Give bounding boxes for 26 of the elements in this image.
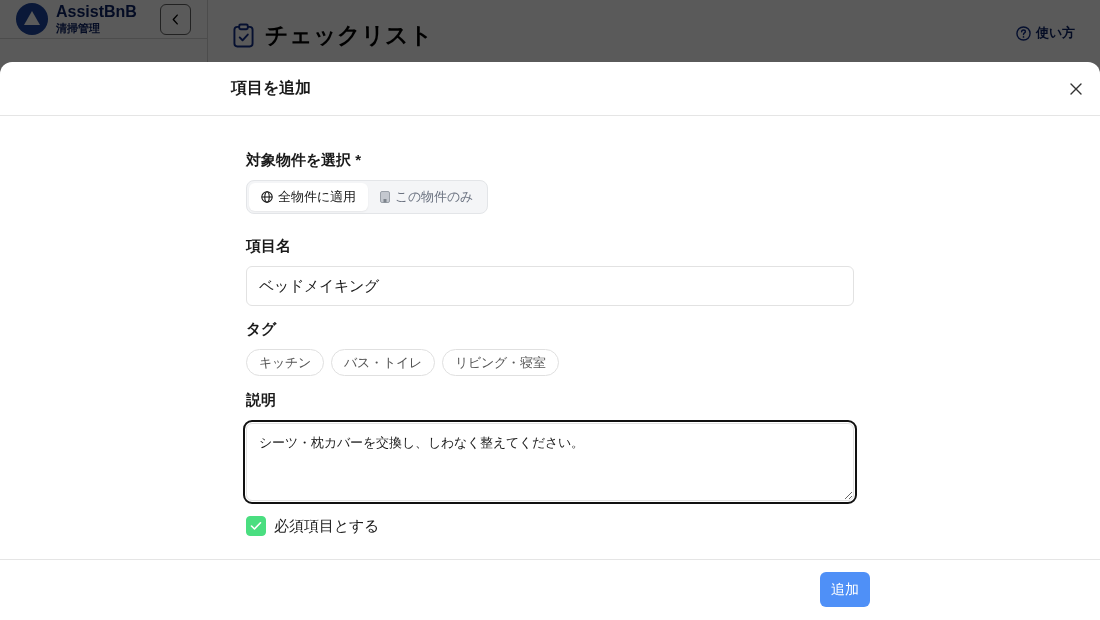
field-label: 説明 (246, 390, 276, 410)
tag-chip[interactable]: バス・トイレ (331, 349, 435, 376)
scope-option[interactable]: 全物件に適用 (249, 183, 368, 211)
item-name-input[interactable]: ベッドメイキング (246, 266, 854, 306)
clipboard-check-icon (233, 22, 254, 48)
required-checkbox[interactable] (246, 516, 266, 536)
field-label: 対象物件を選択 * (246, 150, 361, 170)
checkmark-icon (250, 521, 262, 531)
collapse-sidebar-button[interactable] (160, 3, 191, 35)
page-title: チェックリスト (265, 20, 433, 50)
brand-name: AssistBnB (56, 3, 137, 21)
scope-option[interactable]: この物件のみ (368, 183, 485, 211)
checkbox-label: 必須項目とする (274, 516, 379, 536)
brand-subtitle: 清掃管理 (56, 21, 101, 35)
chevron-left-icon (172, 13, 179, 25)
field-label: 項目名 (246, 236, 291, 256)
close-icon (1070, 82, 1082, 95)
field-label: タグ (246, 319, 276, 339)
description-textarea[interactable]: シーツ・枕カバーを交換し、しわなく整えてください。 (246, 423, 854, 501)
tag-chip[interactable]: キッチン (246, 349, 324, 376)
help-icon (1016, 25, 1031, 41)
logo-icon (16, 3, 48, 35)
tag-chip[interactable]: リビング・寝室 (442, 349, 559, 376)
globe-icon (261, 191, 273, 203)
dialog-title: 項目を追加 (230, 78, 311, 98)
building-icon (380, 191, 390, 203)
